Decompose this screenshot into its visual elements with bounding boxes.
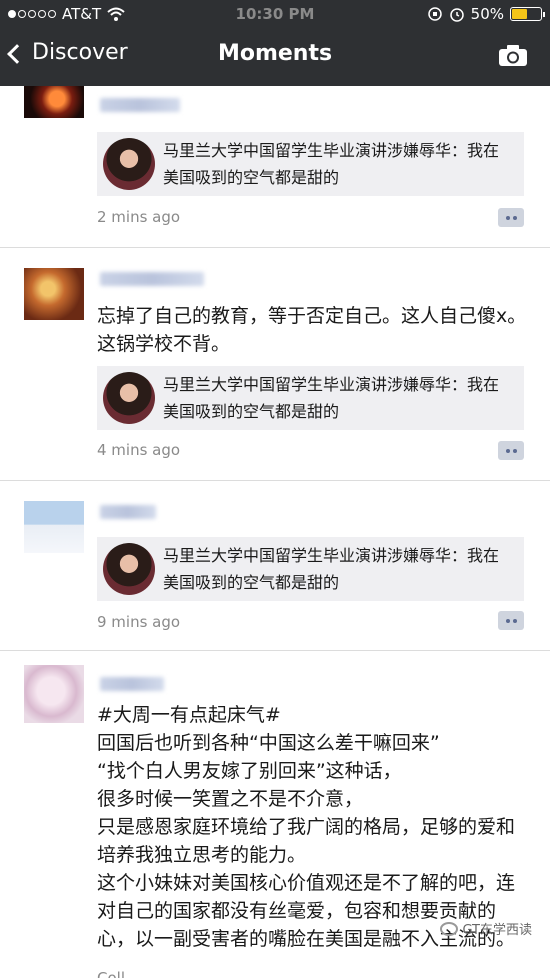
watermark-label: GT东学西读 (462, 923, 532, 938)
user-name[interactable] (100, 272, 204, 286)
nav-bar: Discover Moments (0, 28, 550, 86)
moments-feed: 马里兰大学中国留学生毕业演讲涉嫌辱华：我在美国吸到的空气都是甜的 2 mins … (0, 86, 550, 978)
post-text: #大周一有点起床气# 回国后也听到各种“中国这么差干嘛回来” “找个白人男友嫁了… (97, 704, 516, 950)
shared-link-title: 马里兰大学中国留学生毕业演讲涉嫌辱华：我在美国吸到的空气都是甜的 (163, 141, 500, 187)
link-thumbnail (103, 372, 155, 424)
comment-button[interactable] (498, 611, 524, 630)
battery-percent: 50% (470, 5, 504, 23)
post-text: 忘掉了自己的教育，等于否定自己。这人自己傻x。这锅学校不背。 (97, 305, 527, 355)
user-name[interactable] (100, 98, 180, 112)
shared-link-card[interactable]: 马里兰大学中国留学生毕业演讲涉嫌辱华：我在美国吸到的空气都是甜的 (97, 537, 524, 601)
post-time: 9 mins ago (97, 613, 181, 631)
camera-icon[interactable] (498, 45, 528, 67)
avatar[interactable] (24, 501, 84, 553)
avatar[interactable] (24, 665, 84, 723)
shared-link-title: 马里兰大学中国留学生毕业演讲涉嫌辱华：我在美国吸到的空气都是甜的 (163, 546, 500, 592)
user-name[interactable] (100, 677, 164, 691)
status-bar: AT&T 10:30 PM 50% (0, 0, 550, 28)
comment-button[interactable] (498, 208, 524, 227)
battery-icon (510, 7, 545, 21)
page-title: Moments (217, 41, 333, 66)
alarm-icon (449, 8, 464, 22)
post-time: 4 mins ago (97, 441, 181, 459)
moment-post: 马里兰大学中国留学生毕业演讲涉嫌辱华：我在美国吸到的空气都是甜的 9 mins … (0, 481, 550, 651)
shared-link-card[interactable]: 马里兰大学中国留学生毕业演讲涉嫌辱华：我在美国吸到的空气都是甜的 (97, 366, 524, 430)
link-thumbnail (103, 138, 155, 190)
shared-link-title: 马里兰大学中国留学生毕业演讲涉嫌辱华：我在美国吸到的空气都是甜的 (163, 375, 500, 421)
post-time: Coll (97, 969, 125, 978)
watermark: GT东学西读 (440, 919, 532, 938)
rotation-lock-icon (427, 7, 442, 21)
user-name[interactable] (100, 505, 156, 519)
moment-post: 马里兰大学中国留学生毕业演讲涉嫌辱华：我在美国吸到的空气都是甜的 2 mins … (0, 86, 550, 248)
shared-link-card[interactable]: 马里兰大学中国留学生毕业演讲涉嫌辱华：我在美国吸到的空气都是甜的 (97, 132, 524, 196)
link-thumbnail (103, 543, 155, 595)
comment-button[interactable] (498, 441, 524, 460)
moment-post: 忘掉了自己的教育，等于否定自己。这人自己傻x。这锅学校不背。 马里兰大学中国留学… (0, 248, 550, 481)
avatar[interactable] (24, 86, 84, 118)
wechat-icon (440, 921, 459, 936)
post-time: 2 mins ago (97, 208, 181, 226)
avatar[interactable] (24, 268, 84, 320)
